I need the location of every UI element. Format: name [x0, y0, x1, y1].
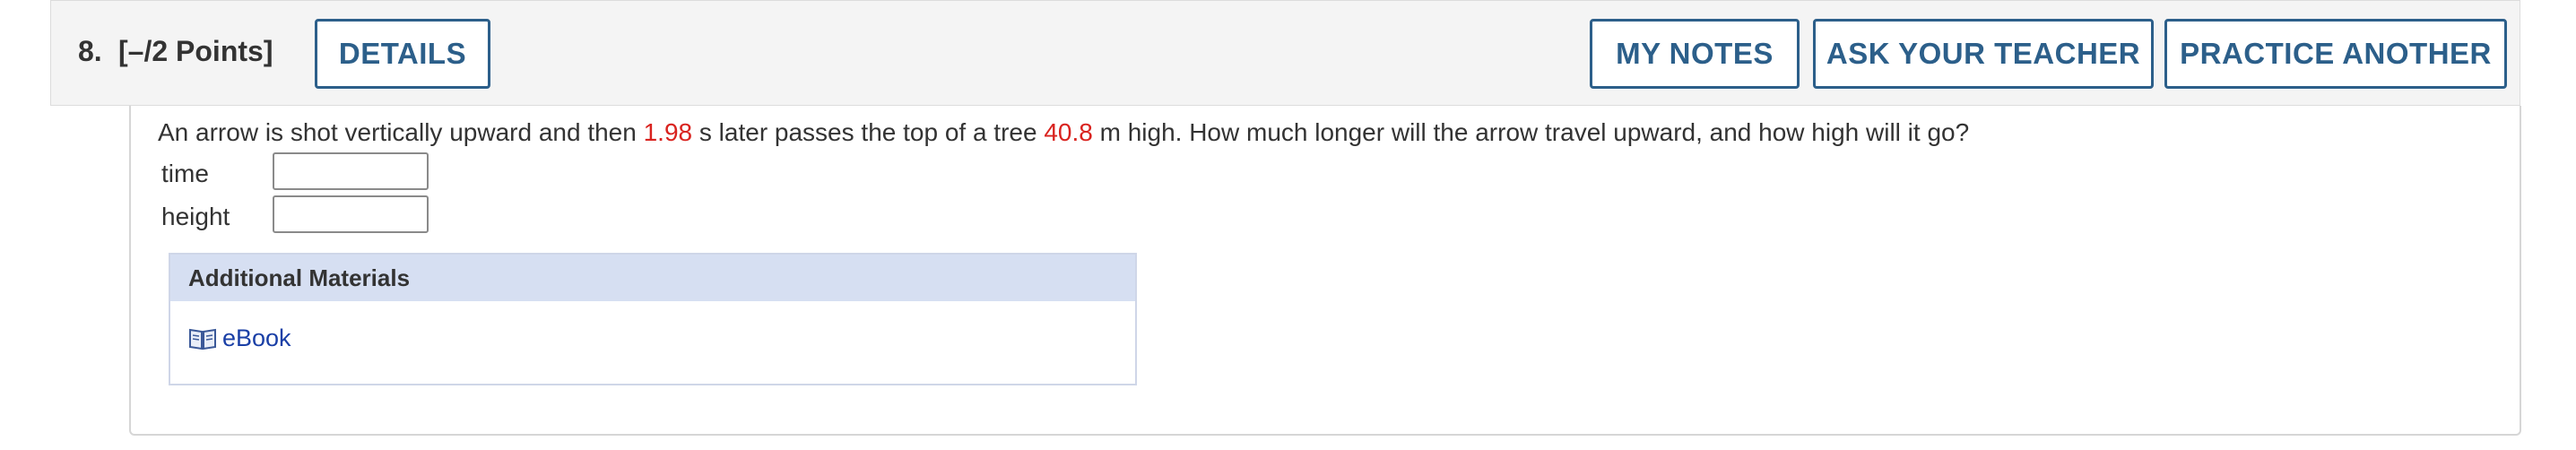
ebook-link[interactable]: eBook	[188, 325, 291, 352]
question-value-height: 40.8	[1044, 118, 1093, 146]
question-text-part2: s later passes the top of a tree	[692, 118, 1045, 146]
height-input[interactable]	[273, 195, 429, 233]
question-points: [–/2 Points]	[118, 35, 273, 67]
practice-another-button[interactable]: PRACTICE ANOTHER	[2164, 19, 2507, 89]
details-button[interactable]: DETAILS	[315, 19, 490, 89]
question-number: 8.	[78, 35, 102, 67]
additional-materials-heading: Additional Materials	[170, 255, 1135, 301]
ask-your-teacher-button[interactable]: ASK YOUR TEACHER	[1813, 19, 2154, 89]
time-label: time	[161, 160, 209, 187]
time-row: time	[161, 152, 429, 190]
question-value-time: 1.98	[643, 118, 693, 146]
time-input[interactable]	[273, 152, 429, 190]
height-row: height	[161, 195, 429, 233]
height-label: height	[161, 203, 230, 230]
question-header: 8. [–/2 Points] DETAILS MY NOTES ASK YOU…	[50, 0, 2520, 106]
question-body: An arrow is shot vertically upward and t…	[129, 106, 2521, 436]
book-icon	[188, 327, 217, 350]
my-notes-button[interactable]: MY NOTES	[1590, 19, 1800, 89]
question-text-part3: m high. How much longer will the arrow t…	[1092, 118, 1970, 146]
additional-materials-panel: Additional Materials eBook	[169, 253, 1137, 385]
question-text: An arrow is shot vertically upward and t…	[158, 118, 1969, 147]
question-text-part1: An arrow is shot vertically upward and t…	[158, 118, 644, 146]
question-card: 8. [–/2 Points] DETAILS MY NOTES ASK YOU…	[0, 0, 2576, 450]
ebook-label: eBook	[222, 325, 291, 351]
